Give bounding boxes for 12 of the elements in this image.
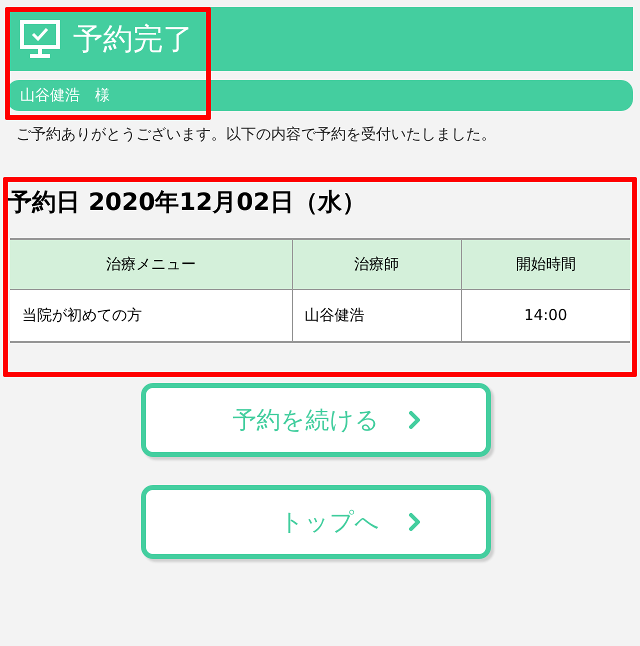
customer-name: 山谷健浩 様	[20, 85, 110, 106]
chevron-icon	[408, 512, 422, 532]
table-cell: 山谷健浩	[292, 290, 461, 342]
table-cell: 14:00	[461, 290, 630, 342]
confirmation-message: ご予約ありがとうございます。以下の内容で予約を受付いたしました。	[15, 124, 497, 145]
nav-button[interactable]: トップへ	[140, 484, 490, 558]
page-title: 予約完了	[73, 20, 193, 58]
chevron-icon	[408, 410, 422, 430]
nav-button[interactable]: 予約を続ける	[140, 382, 490, 456]
monitor-check-icon	[19, 19, 61, 59]
reservation-date: 予約日 2020年12月02日（水）	[7, 186, 367, 218]
table-cell: 当院が初めての方	[10, 290, 292, 342]
